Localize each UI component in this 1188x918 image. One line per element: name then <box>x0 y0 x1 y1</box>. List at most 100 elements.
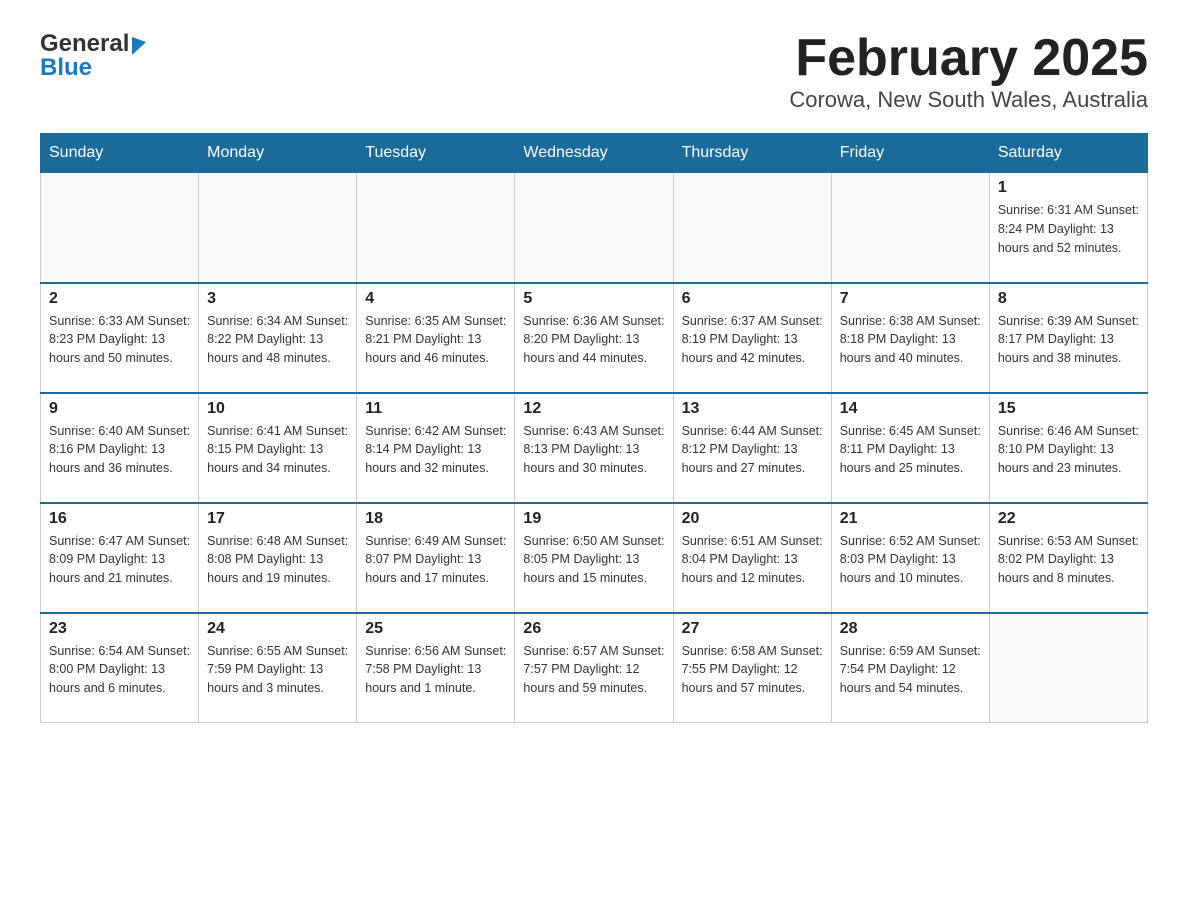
day-info: Sunrise: 6:43 AM Sunset: 8:13 PM Dayligh… <box>523 422 664 478</box>
day-of-week-header: Thursday <box>673 134 831 173</box>
day-of-week-header: Saturday <box>989 134 1147 173</box>
day-of-week-header: Sunday <box>41 134 199 173</box>
day-of-week-header: Tuesday <box>357 134 515 173</box>
day-info: Sunrise: 6:45 AM Sunset: 8:11 PM Dayligh… <box>840 422 981 478</box>
day-info: Sunrise: 6:38 AM Sunset: 8:18 PM Dayligh… <box>840 312 981 368</box>
day-number: 10 <box>207 400 348 418</box>
calendar-day-cell: 11 Sunrise: 6:42 AM Sunset: 8:14 PM Dayli… <box>357 393 515 503</box>
calendar-day-cell: 5 Sunrise: 6:36 AM Sunset: 8:20 PM Daylig… <box>515 283 673 393</box>
day-info: Sunrise: 6:40 AM Sunset: 8:16 PM Dayligh… <box>49 422 190 478</box>
calendar-day-cell: 19Sunrise: 6:50 AM Sunset: 8:05 PM Dayli… <box>515 503 673 613</box>
calendar-week-row: 9Sunrise: 6:40 AM Sunset: 8:16 PM Daylig… <box>41 393 1148 503</box>
calendar-week-row: 1 Sunrise: 6:31 AM Sunset: 8:24 PM Daylig… <box>41 173 1148 283</box>
day-of-week-header: Monday <box>199 134 357 173</box>
calendar-day-cell <box>673 173 831 283</box>
calendar-day-cell: 7 Sunrise: 6:38 AM Sunset: 8:18 PM Daylig… <box>831 283 989 393</box>
day-info: Sunrise: 6:59 AM Sunset: 7:54 PM Dayligh… <box>840 642 981 698</box>
day-number: 21 <box>840 510 981 528</box>
calendar-day-cell <box>357 173 515 283</box>
day-info: Sunrise: 6:55 AM Sunset: 7:59 PM Dayligh… <box>207 642 348 698</box>
calendar-day-cell <box>199 173 357 283</box>
logo-blue-text: Blue <box>40 54 146 82</box>
calendar-day-cell: 27Sunrise: 6:58 AM Sunset: 7:55 PM Dayli… <box>673 613 831 723</box>
day-number: 3 <box>207 290 348 308</box>
day-info: Sunrise: 6:52 AM Sunset: 8:03 PM Dayligh… <box>840 532 981 588</box>
calendar-day-cell <box>831 173 989 283</box>
day-number: 19 <box>523 510 664 528</box>
calendar-day-cell: 18 Sunrise: 6:49 AM Sunset: 8:07 PM Dayli… <box>357 503 515 613</box>
day-info: Sunrise: 6:48 AM Sunset: 8:08 PM Dayligh… <box>207 532 348 588</box>
calendar-body: 1 Sunrise: 6:31 AM Sunset: 8:24 PM Daylig… <box>41 173 1148 723</box>
day-info: Sunrise: 6:57 AM Sunset: 7:57 PM Dayligh… <box>523 642 664 698</box>
calendar-day-cell: 13Sunrise: 6:44 AM Sunset: 8:12 PM Dayli… <box>673 393 831 503</box>
day-number: 14 <box>840 400 981 418</box>
calendar-day-cell: 28Sunrise: 6:59 AM Sunset: 7:54 PM Dayli… <box>831 613 989 723</box>
day-info: Sunrise: 6:33 AM Sunset: 8:23 PM Dayligh… <box>49 312 190 368</box>
calendar-week-row: 16Sunrise: 6:47 AM Sunset: 8:09 PM Dayli… <box>41 503 1148 613</box>
day-info: Sunrise: 6:58 AM Sunset: 7:55 PM Dayligh… <box>682 642 823 698</box>
day-info: Sunrise: 6:44 AM Sunset: 8:12 PM Dayligh… <box>682 422 823 478</box>
calendar-week-row: 23 Sunrise: 6:54 AM Sunset: 8:00 PM Dayli… <box>41 613 1148 723</box>
calendar-day-cell: 24 Sunrise: 6:55 AM Sunset: 7:59 PM Dayli… <box>199 613 357 723</box>
day-number: 26 <box>523 620 664 638</box>
calendar-day-cell <box>41 173 199 283</box>
day-info: Sunrise: 6:56 AM Sunset: 7:58 PM Dayligh… <box>365 642 506 698</box>
day-number: 8 <box>998 290 1139 308</box>
day-info: Sunrise: 6:54 AM Sunset: 8:00 PM Dayligh… <box>49 642 190 698</box>
calendar-day-cell: 26 Sunrise: 6:57 AM Sunset: 7:57 PM Dayli… <box>515 613 673 723</box>
day-number: 7 <box>840 290 981 308</box>
calendar-day-cell <box>515 173 673 283</box>
calendar-day-cell: 9Sunrise: 6:40 AM Sunset: 8:16 PM Daylig… <box>41 393 199 503</box>
day-number: 1 <box>998 179 1139 197</box>
day-number: 18 <box>365 510 506 528</box>
page-title: February 2025 <box>789 30 1148 87</box>
page-header: General Blue February 2025 Corowa, New S… <box>40 30 1148 113</box>
calendar-day-cell: 4Sunrise: 6:35 AM Sunset: 8:21 PM Daylig… <box>357 283 515 393</box>
logo: General Blue <box>40 30 146 82</box>
day-info: Sunrise: 6:41 AM Sunset: 8:15 PM Dayligh… <box>207 422 348 478</box>
day-number: 22 <box>998 510 1139 528</box>
day-info: Sunrise: 6:49 AM Sunset: 8:07 PM Dayligh… <box>365 532 506 588</box>
day-number: 17 <box>207 510 348 528</box>
day-number: 25 <box>365 620 506 638</box>
day-number: 12 <box>523 400 664 418</box>
calendar-day-cell: 1 Sunrise: 6:31 AM Sunset: 8:24 PM Daylig… <box>989 173 1147 283</box>
calendar-day-cell: 14 Sunrise: 6:45 AM Sunset: 8:11 PM Dayli… <box>831 393 989 503</box>
calendar-day-cell: 12 Sunrise: 6:43 AM Sunset: 8:13 PM Dayli… <box>515 393 673 503</box>
day-number: 5 <box>523 290 664 308</box>
logo-arrow-icon <box>132 33 146 55</box>
calendar-day-cell: 17 Sunrise: 6:48 AM Sunset: 8:08 PM Dayli… <box>199 503 357 613</box>
day-number: 20 <box>682 510 823 528</box>
day-info: Sunrise: 6:46 AM Sunset: 8:10 PM Dayligh… <box>998 422 1139 478</box>
day-of-week-header: Friday <box>831 134 989 173</box>
calendar-day-cell: 6Sunrise: 6:37 AM Sunset: 8:19 PM Daylig… <box>673 283 831 393</box>
calendar-day-cell: 20Sunrise: 6:51 AM Sunset: 8:04 PM Dayli… <box>673 503 831 613</box>
calendar-day-cell: 3 Sunrise: 6:34 AM Sunset: 8:22 PM Daylig… <box>199 283 357 393</box>
day-number: 4 <box>365 290 506 308</box>
day-info: Sunrise: 6:53 AM Sunset: 8:02 PM Dayligh… <box>998 532 1139 588</box>
day-number: 11 <box>365 400 506 418</box>
calendar-day-cell: 23 Sunrise: 6:54 AM Sunset: 8:00 PM Dayli… <box>41 613 199 723</box>
day-info: Sunrise: 6:42 AM Sunset: 8:14 PM Dayligh… <box>365 422 506 478</box>
day-info: Sunrise: 6:36 AM Sunset: 8:20 PM Dayligh… <box>523 312 664 368</box>
calendar-day-cell: 2Sunrise: 6:33 AM Sunset: 8:23 PM Daylig… <box>41 283 199 393</box>
calendar-day-cell: 15Sunrise: 6:46 AM Sunset: 8:10 PM Dayli… <box>989 393 1147 503</box>
calendar-day-cell <box>989 613 1147 723</box>
day-number: 6 <box>682 290 823 308</box>
calendar-day-cell: 25 Sunrise: 6:56 AM Sunset: 7:58 PM Dayli… <box>357 613 515 723</box>
day-info: Sunrise: 6:31 AM Sunset: 8:24 PM Dayligh… <box>998 201 1139 257</box>
page-subtitle: Corowa, New South Wales, Australia <box>789 87 1148 113</box>
calendar-day-cell: 22 Sunrise: 6:53 AM Sunset: 8:02 PM Dayli… <box>989 503 1147 613</box>
day-info: Sunrise: 6:34 AM Sunset: 8:22 PM Dayligh… <box>207 312 348 368</box>
calendar-header: SundayMondayTuesdayWednesdayThursdayFrid… <box>41 134 1148 173</box>
days-of-week-row: SundayMondayTuesdayWednesdayThursdayFrid… <box>41 134 1148 173</box>
day-info: Sunrise: 6:47 AM Sunset: 8:09 PM Dayligh… <box>49 532 190 588</box>
day-info: Sunrise: 6:39 AM Sunset: 8:17 PM Dayligh… <box>998 312 1139 368</box>
calendar-day-cell: 10 Sunrise: 6:41 AM Sunset: 8:15 PM Dayli… <box>199 393 357 503</box>
calendar-table: SundayMondayTuesdayWednesdayThursdayFrid… <box>40 133 1148 723</box>
calendar-week-row: 2Sunrise: 6:33 AM Sunset: 8:23 PM Daylig… <box>41 283 1148 393</box>
day-number: 23 <box>49 620 190 638</box>
calendar-day-cell: 16Sunrise: 6:47 AM Sunset: 8:09 PM Dayli… <box>41 503 199 613</box>
calendar-day-cell: 21 Sunrise: 6:52 AM Sunset: 8:03 PM Dayli… <box>831 503 989 613</box>
day-number: 24 <box>207 620 348 638</box>
